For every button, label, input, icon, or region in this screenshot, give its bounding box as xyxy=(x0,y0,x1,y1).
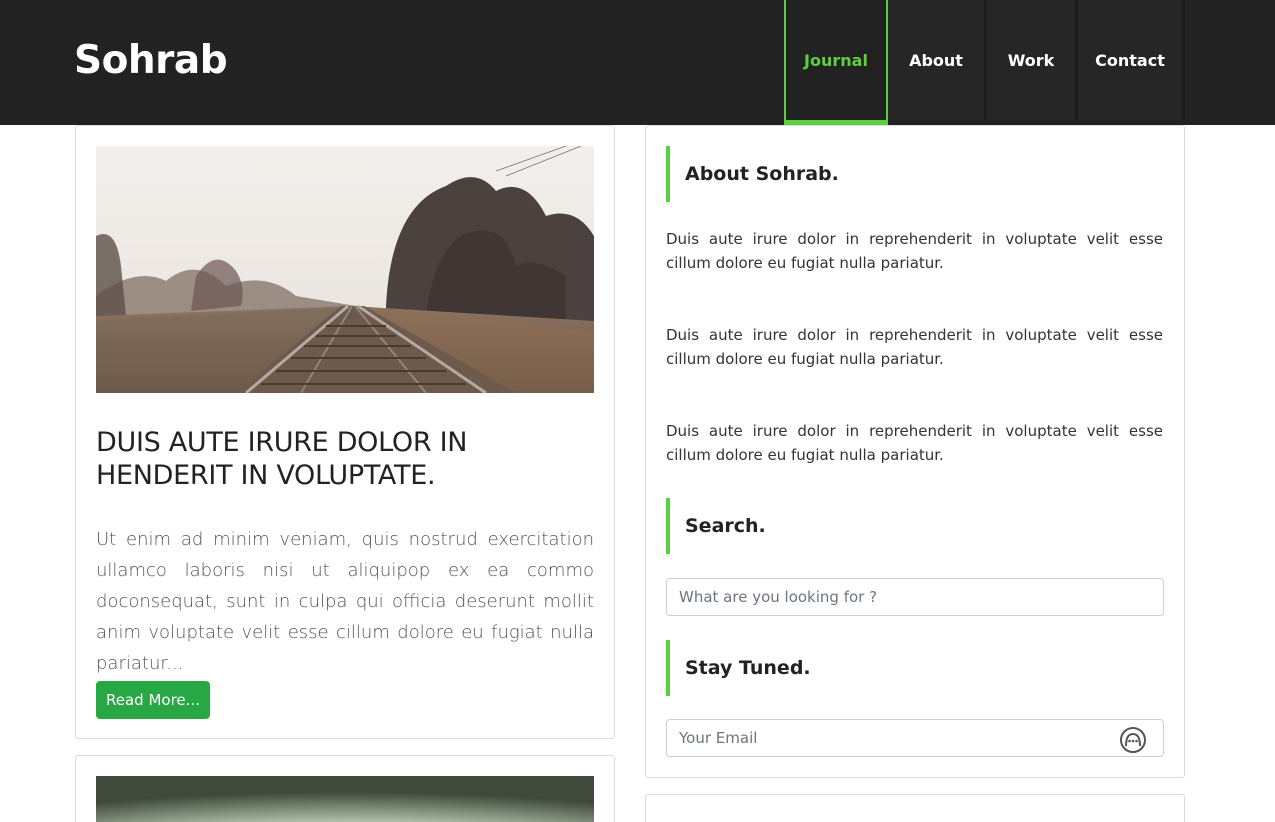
post-title[interactable]: DUIS AUTE IRURE DOLOR IN HENDERIT IN VOL… xyxy=(96,426,594,492)
nav-work[interactable]: Work xyxy=(987,0,1078,120)
email-input[interactable] xyxy=(666,719,1164,757)
search-heading: Search. xyxy=(666,498,1164,554)
post-photo xyxy=(96,776,594,822)
site-logo[interactable]: Sohrab xyxy=(74,38,228,83)
about-heading: About Sohrab. xyxy=(666,146,1164,202)
post-excerpt: Ut enim ad minim veniam, quis nostrud ex… xyxy=(96,529,594,674)
read-more-button[interactable]: Read More... xyxy=(96,681,210,719)
stay-tuned-heading: Stay Tuned. xyxy=(666,640,1164,696)
site-header: Sohrab Journal About Work Contact xyxy=(0,0,1275,125)
chat-bubble-icon[interactable] xyxy=(1119,726,1147,754)
about-paragraph: Duis aute irure dolor in reprehenderit i… xyxy=(666,230,1163,272)
nav-contact[interactable]: Contact xyxy=(1078,0,1185,120)
nav-about[interactable]: About xyxy=(888,0,987,120)
post-card xyxy=(75,755,615,822)
nav-journal[interactable]: Journal xyxy=(784,0,888,125)
post-image[interactable] xyxy=(96,146,594,393)
railway-photo xyxy=(96,146,594,393)
about-paragraph: Duis aute irure dolor in reprehenderit i… xyxy=(666,326,1163,368)
search-input[interactable] xyxy=(666,578,1164,616)
about-paragraph: Duis aute irure dolor in reprehenderit i… xyxy=(666,422,1163,464)
sidebar-card: About Sohrab. Duis aute irure dolor in r… xyxy=(645,125,1185,778)
main-nav: Journal About Work Contact xyxy=(784,0,1185,125)
post-image[interactable] xyxy=(96,776,594,822)
post-card: DUIS AUTE IRURE DOLOR IN HENDERIT IN VOL… xyxy=(75,125,615,739)
sidebar-card xyxy=(645,794,1185,822)
